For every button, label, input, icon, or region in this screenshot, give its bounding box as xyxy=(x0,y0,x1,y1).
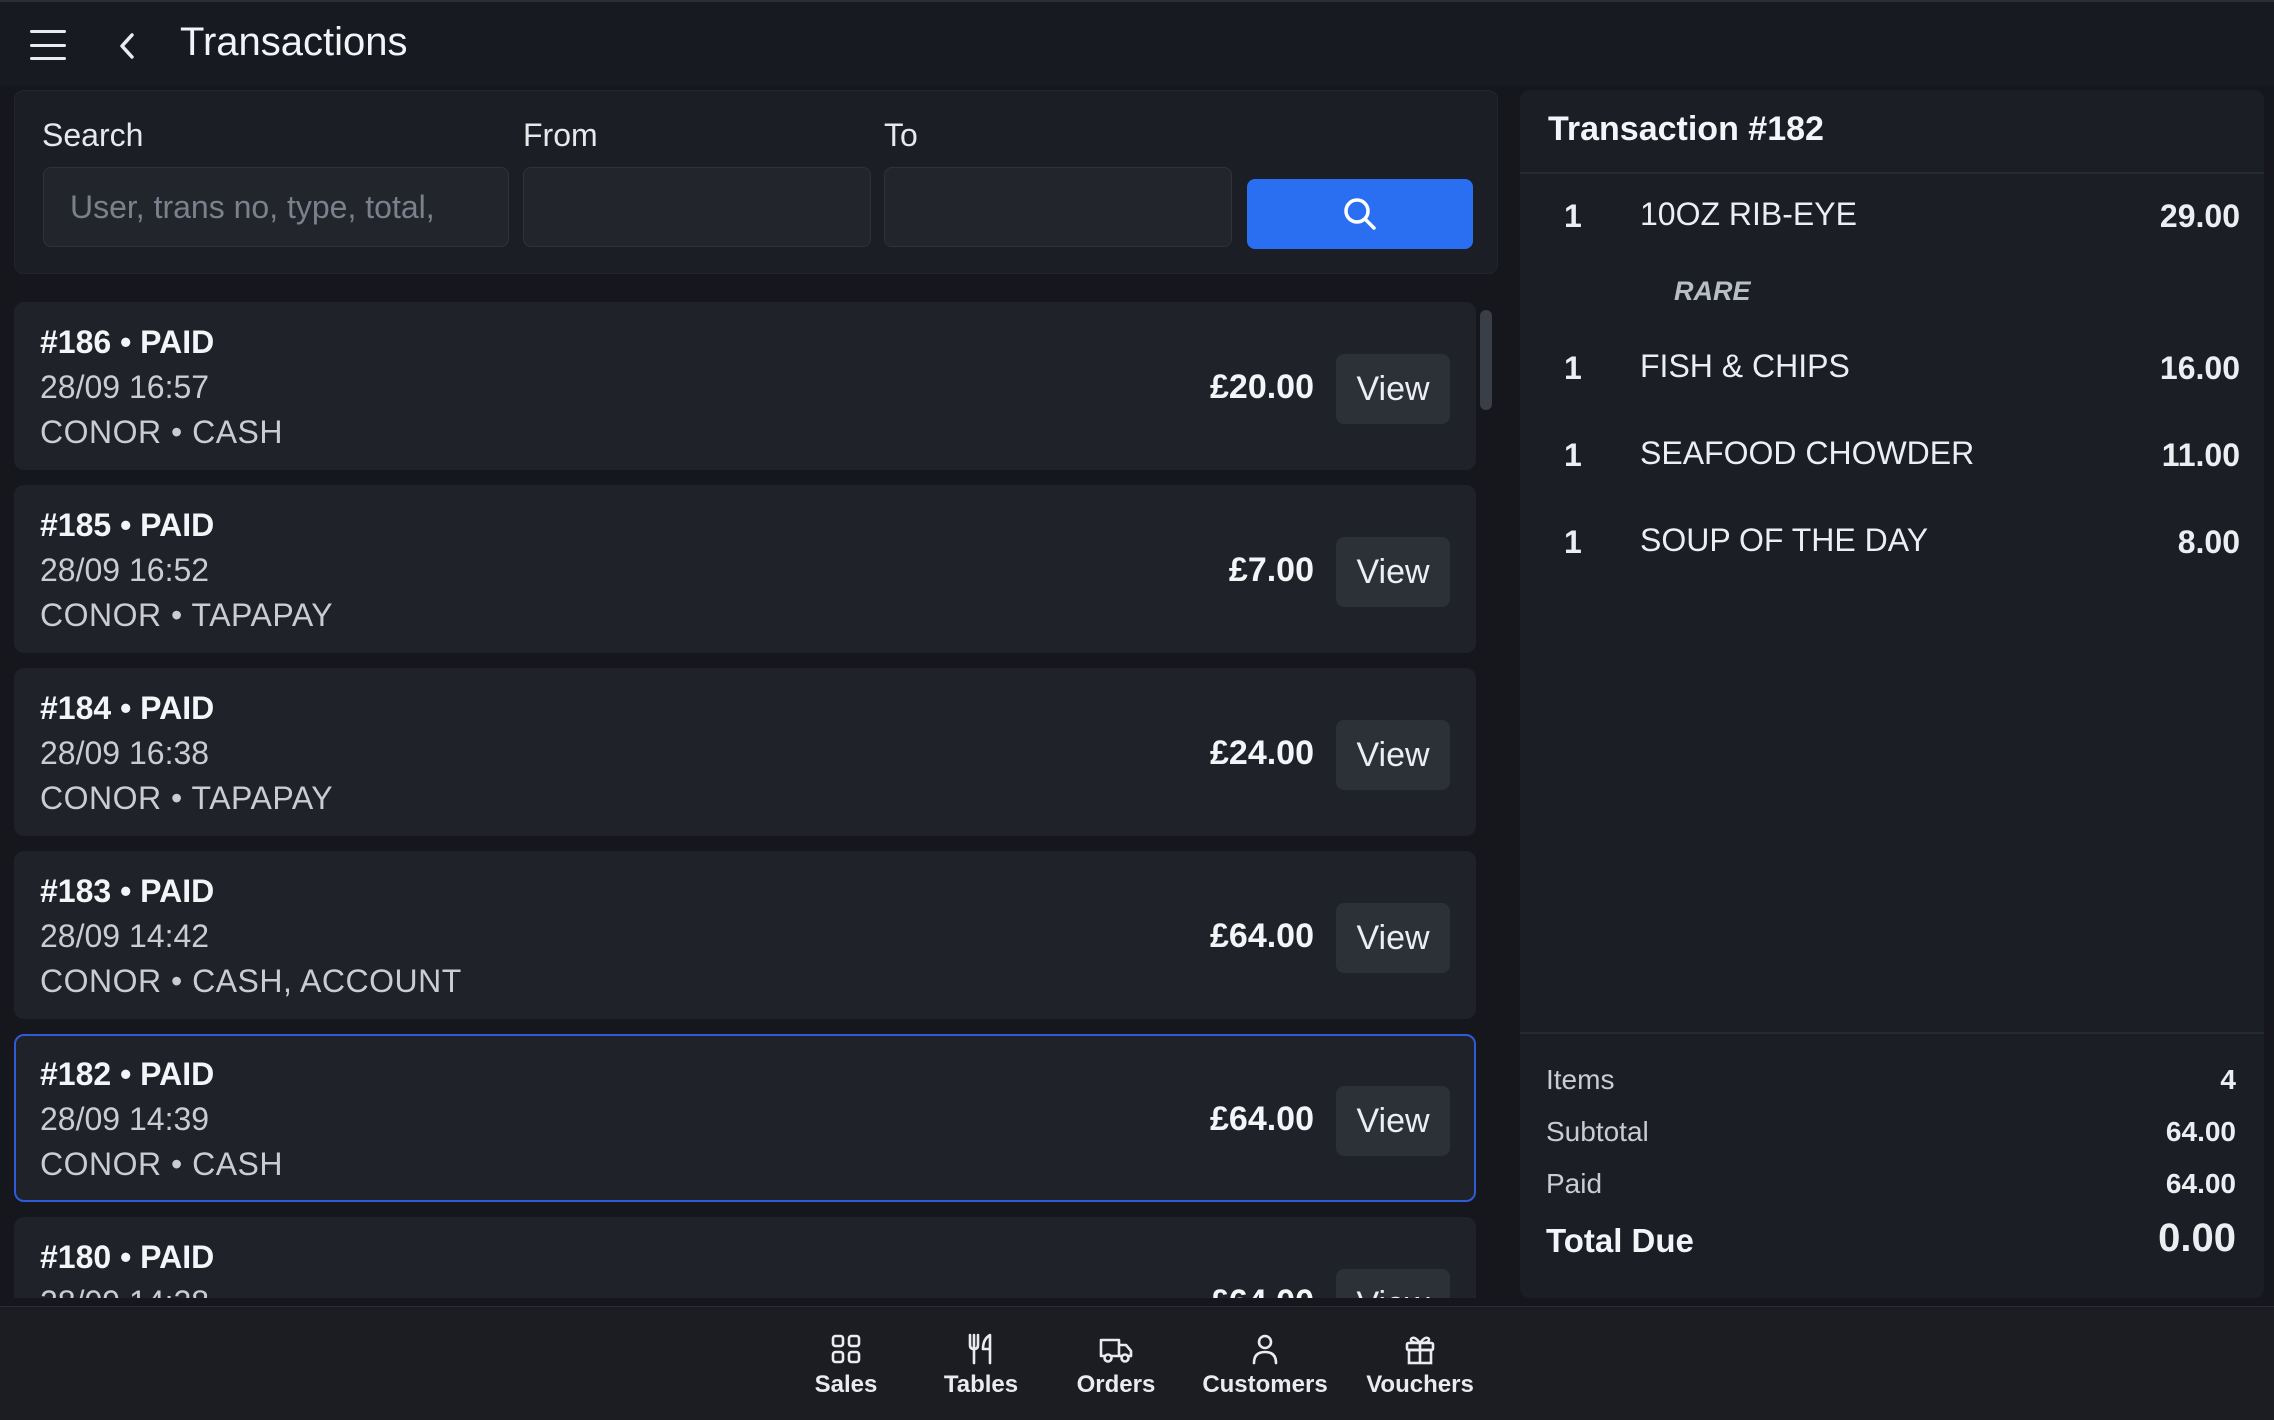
transaction-row[interactable]: #186 • PAID 28/09 16:57 CONOR • CASH £20… xyxy=(14,302,1476,470)
item-qty: 1 xyxy=(1564,524,1582,560)
order-item: 1 FISH & CHIPS 16.00 xyxy=(1520,340,2264,400)
divider xyxy=(1520,1032,2264,1034)
items-count-row: Items 4 xyxy=(1546,1064,2236,1096)
total-due-value: 0.00 xyxy=(2158,1216,2236,1260)
view-button[interactable]: View xyxy=(1336,354,1450,424)
search-icon xyxy=(1344,198,1376,230)
top-bar: Transactions xyxy=(0,0,2274,86)
transaction-datetime: 28/09 14:42 xyxy=(40,918,210,954)
grid-icon xyxy=(831,1334,861,1364)
transaction-user-method: CONOR • TAPAPAY xyxy=(40,597,334,633)
to-date-input[interactable] xyxy=(884,167,1232,247)
menu-icon[interactable] xyxy=(30,30,66,60)
transaction-number: #182 • PAID xyxy=(40,1056,215,1092)
order-item: 1 10OZ RIB-EYE 29.00 xyxy=(1520,188,2264,248)
user-icon xyxy=(1252,1334,1278,1365)
item-qty: 1 xyxy=(1564,437,1582,473)
search-label: Search xyxy=(42,117,144,153)
item-qty: 1 xyxy=(1564,350,1582,386)
item-qty: 1 xyxy=(1564,198,1582,234)
bottom-navigation: Sales Tables Orders Customers Vouchers xyxy=(0,1306,2274,1420)
nav-customers[interactable]: Customers xyxy=(1202,1331,1328,1399)
search-panel: Search From To xyxy=(14,90,1498,274)
total-due-row: Total Due 0.00 xyxy=(1546,1216,2236,1260)
search-button[interactable] xyxy=(1247,179,1473,249)
paid-label: Paid xyxy=(1546,1168,1603,1199)
view-button[interactable]: View xyxy=(1336,1086,1450,1156)
delivery-truck-icon xyxy=(1099,1338,1133,1363)
transaction-number: #185 • PAID xyxy=(40,507,215,543)
item-price: 8.00 xyxy=(2177,524,2240,560)
item-name: FISH & CHIPS xyxy=(1640,348,1850,384)
transaction-amount: £20.00 xyxy=(1210,368,1314,406)
transaction-datetime: 28/09 16:52 xyxy=(40,552,210,588)
item-name: 10OZ RIB-EYE xyxy=(1640,196,1857,232)
transaction-number: #183 • PAID xyxy=(40,873,215,909)
detail-title: Transaction #182 xyxy=(1548,110,1824,148)
transaction-amount: £64.00 xyxy=(1210,917,1314,955)
items-value: 4 xyxy=(2220,1064,2236,1095)
transaction-amount: £24.00 xyxy=(1210,734,1314,772)
item-name: SEAFOOD CHOWDER xyxy=(1640,435,1975,471)
transaction-row[interactable]: #185 • PAID 28/09 16:52 CONOR • TAPAPAY … xyxy=(14,485,1476,653)
cutlery-icon xyxy=(968,1333,992,1365)
transaction-user-method: CONOR • CASH, ACCOUNT xyxy=(40,963,462,999)
paid-row: Paid 64.00 xyxy=(1546,1168,2236,1200)
transaction-user-method: CONOR • CASH xyxy=(40,1146,283,1182)
transaction-row[interactable]: #183 • PAID 28/09 14:42 CONOR • CASH, AC… xyxy=(14,851,1476,1019)
transaction-datetime: 28/09 16:38 xyxy=(40,735,210,771)
transaction-amount: £7.00 xyxy=(1228,551,1314,589)
nav-label: Orders xyxy=(1076,1371,1156,1398)
nav-sales[interactable]: Sales xyxy=(806,1331,886,1399)
from-label: From xyxy=(523,117,598,153)
transaction-list: #186 • PAID 28/09 16:57 CONOR • CASH £20… xyxy=(14,302,1476,1298)
transaction-row[interactable]: #180 • PAID 28/09 14:28 £64.00 View xyxy=(14,1217,1476,1298)
subtotal-value: 64.00 xyxy=(2165,1116,2236,1147)
item-price: 29.00 xyxy=(2159,198,2240,234)
view-button[interactable]: View xyxy=(1336,720,1450,790)
nav-label: Customers xyxy=(1202,1371,1328,1398)
transaction-user-method: CONOR • CASH xyxy=(40,414,283,450)
items-label: Items xyxy=(1546,1064,1615,1095)
transaction-row[interactable]: #184 • PAID 28/09 16:38 CONOR • TAPAPAY … xyxy=(14,668,1476,836)
item-price: 16.00 xyxy=(2159,350,2240,386)
nav-tables[interactable]: Tables xyxy=(936,1331,1026,1399)
view-button[interactable]: View xyxy=(1336,1269,1450,1298)
transaction-amount: £64.00 xyxy=(1210,1100,1314,1138)
view-button[interactable]: View xyxy=(1336,537,1450,607)
page-title: Transactions xyxy=(180,20,408,64)
search-input[interactable] xyxy=(43,167,509,247)
gift-icon xyxy=(1405,1336,1435,1365)
transaction-datetime: 28/09 16:57 xyxy=(40,369,210,405)
nav-orders[interactable]: Orders xyxy=(1070,1331,1162,1399)
from-date-input[interactable] xyxy=(523,167,871,247)
order-item: 1 SEAFOOD CHOWDER 11.00 xyxy=(1520,427,2264,487)
divider xyxy=(1520,172,2264,174)
transaction-number: #180 • PAID xyxy=(40,1239,215,1275)
transaction-datetime: 28/09 14:28 xyxy=(40,1284,209,1298)
transaction-amount: £64.00 xyxy=(1210,1283,1314,1298)
transaction-row-selected[interactable]: #182 • PAID 28/09 14:39 CONOR • CASH £64… xyxy=(14,1034,1476,1202)
paid-value: 64.00 xyxy=(2165,1168,2236,1199)
nav-label: Sales xyxy=(814,1371,878,1398)
list-scrollbar[interactable] xyxy=(1480,310,1492,410)
nav-label: Vouchers xyxy=(1366,1371,1474,1398)
transaction-user-method: CONOR • TAPAPAY xyxy=(40,780,334,816)
item-modifier: RARE xyxy=(1674,276,1751,306)
item-name: SOUP OF THE DAY xyxy=(1640,522,1929,558)
transaction-datetime: 28/09 14:39 xyxy=(40,1101,210,1137)
view-button[interactable]: View xyxy=(1336,903,1450,973)
transaction-number: #184 • PAID xyxy=(40,690,215,726)
item-price: 11.00 xyxy=(2161,437,2240,473)
to-label: To xyxy=(884,117,918,153)
transaction-detail-panel: Transaction #182 1 10OZ RIB-EYE 29.00 RA… xyxy=(1520,90,2264,1298)
subtotal-label: Subtotal xyxy=(1546,1116,1649,1147)
total-due-label: Total Due xyxy=(1546,1222,1694,1259)
nav-label: Tables xyxy=(943,1371,1019,1398)
back-arrow-icon[interactable] xyxy=(108,26,148,66)
order-item: 1 SOUP OF THE DAY 8.00 xyxy=(1520,514,2264,574)
transaction-number: #186 • PAID xyxy=(40,324,215,360)
nav-vouchers[interactable]: Vouchers xyxy=(1366,1331,1474,1399)
subtotal-row: Subtotal 64.00 xyxy=(1546,1116,2236,1148)
